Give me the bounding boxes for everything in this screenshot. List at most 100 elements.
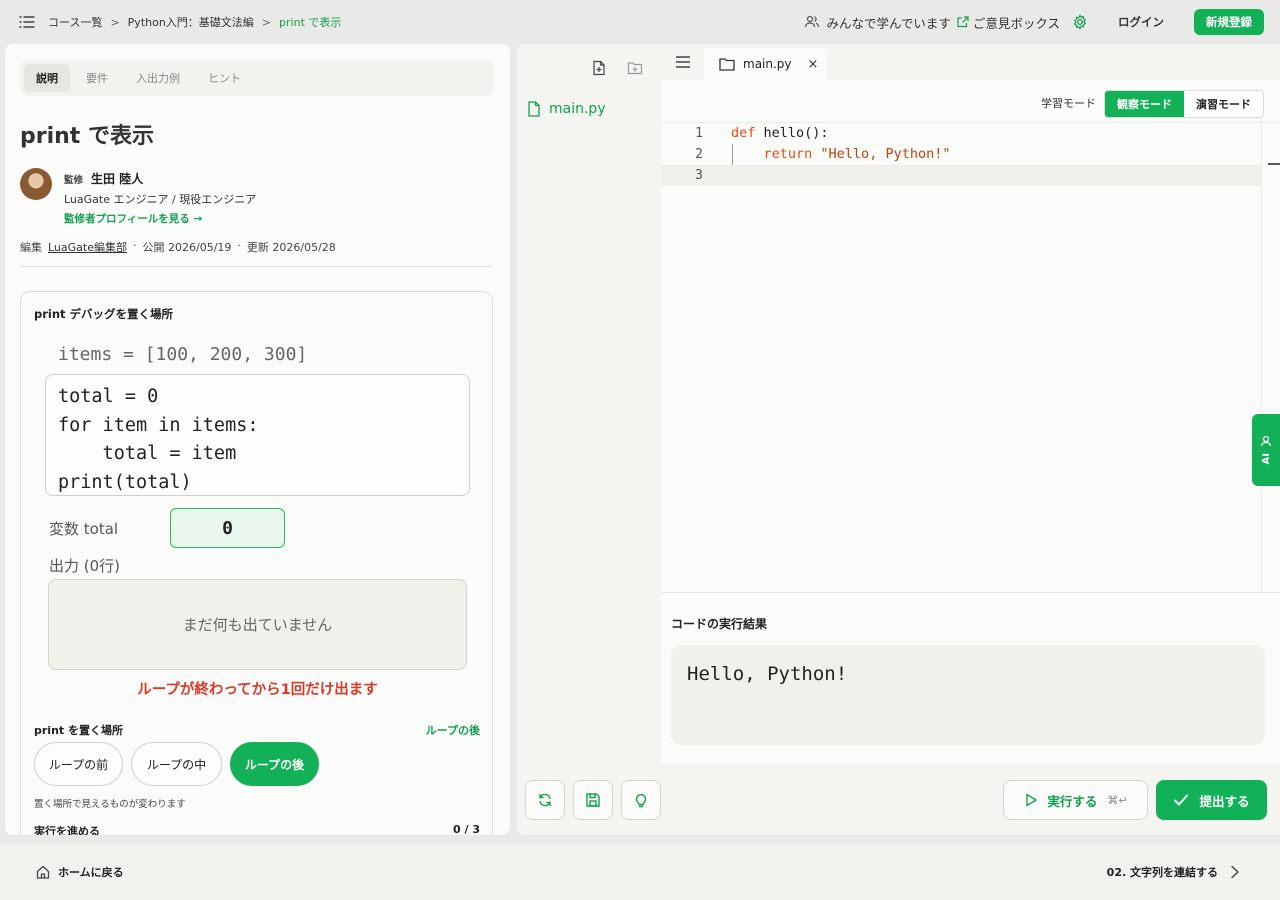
demo-code-setup: items = [100, 200, 300] <box>58 344 308 365</box>
place-hint: 置く場所で見えるものが変わります <box>34 799 186 810</box>
close-icon[interactable]: × <box>808 57 819 72</box>
home-label: ホームに戻る <box>58 866 124 879</box>
editor-link[interactable]: LuaGate編集部 <box>48 239 127 255</box>
mode-label: 学習モード <box>1041 97 1096 110</box>
step-count: 0 / 3 <box>453 823 480 835</box>
place-option-after[interactable]: ループの後 <box>230 742 319 786</box>
supervisor: 監修 生田 陸人 <box>64 170 143 187</box>
place-options: ループの前 ループの中 ループの後 <box>34 742 319 786</box>
result-title: コードの実行結果 <box>671 617 768 631</box>
file-item-main[interactable]: main.py <box>527 101 606 117</box>
line-number: 1 <box>695 126 703 141</box>
community-label: みんなで学んでいます <box>826 15 951 31</box>
breadcrumb-courses[interactable]: コース一覧 <box>48 14 102 30</box>
mode-observe-button[interactable]: 観察モード <box>1105 91 1184 117</box>
run-shortcut: ⌘↵ <box>1107 793 1128 807</box>
mode-practice-button[interactable]: 演習モード <box>1184 91 1263 117</box>
chevron-right-icon: > <box>110 15 120 29</box>
divider <box>20 266 492 267</box>
lesson-tabs: 説明 要件 入出力例 ヒント <box>20 60 494 96</box>
avatar <box>20 168 52 200</box>
updated-date: 更新 2026/05/28 <box>246 241 336 254</box>
scroll-marker <box>1268 163 1280 165</box>
submit-button[interactable]: 提出する <box>1156 780 1267 820</box>
variable-value: 0 <box>170 508 285 548</box>
variable-label: 変数 total <box>49 520 119 538</box>
community-link[interactable]: みんなで学んでいます <box>804 13 969 32</box>
lightbulb-icon <box>635 794 647 808</box>
login-button[interactable]: ログイン <box>1118 14 1164 30</box>
file-explorer: main.py <box>517 44 659 764</box>
code-line-content: def hello(): <box>731 125 829 141</box>
top-bar: コース一覧 > Python入門：基礎文法編 > print で表示 みんなで学… <box>0 0 1280 44</box>
hamburger-icon[interactable] <box>676 56 690 68</box>
chevron-right-icon: > <box>261 15 272 29</box>
editor-tab-main[interactable]: main.py × <box>703 48 827 80</box>
tab-description[interactable]: 説明 <box>24 64 70 92</box>
place-option-before[interactable]: ループの前 <box>34 742 123 786</box>
file-icon <box>528 101 540 117</box>
next-lesson-label: 02. 文字列を連結する <box>1106 866 1218 879</box>
breadcrumb-course[interactable]: Python入門：基礎文法編 <box>128 14 254 30</box>
code-editor[interactable]: 1 def hello(): 2 return "Hello, Python!" 3 <box>661 122 1280 593</box>
tab-requirements[interactable]: 要件 <box>74 64 120 92</box>
hint-button[interactable] <box>621 780 661 820</box>
home-link[interactable]: ホームに戻る <box>36 864 124 880</box>
lesson-panel: 説明 要件 入出力例 ヒント print で表示 監修 生田 陸人 LuaGat… <box>5 44 510 835</box>
step-label: 実行を進める <box>34 825 100 835</box>
ai-assistant-tab[interactable]: AI <box>1252 414 1280 486</box>
demo-code-line: print(total) <box>58 471 192 493</box>
reset-button[interactable] <box>525 780 565 820</box>
play-icon <box>1026 793 1038 807</box>
demo-code-line: total = 0 <box>58 386 159 407</box>
ai-label: AI <box>1260 453 1272 465</box>
article-meta: 編集 LuaGate編集部 · 公開 2026/05/19 · 更新 2026/… <box>20 239 336 255</box>
menu-icon[interactable] <box>18 13 36 31</box>
check-icon <box>1174 794 1189 806</box>
gear-icon[interactable] <box>1072 14 1088 30</box>
demo-code-line: for item in items: <box>58 414 259 436</box>
meta-separator: · <box>133 239 137 252</box>
feedback-link[interactable]: ご意見ボックス <box>973 13 1060 32</box>
print-demo-card: print デバッグを置く場所 items = [100, 200, 300] … <box>20 291 493 835</box>
editor-label: 編集 <box>20 241 42 254</box>
result-area: コードの実行結果 Hello, Python! <box>661 592 1280 764</box>
tab-hints[interactable]: ヒント <box>196 64 253 92</box>
demo-code-box: total = 0 for item in items: total = ite… <box>45 374 470 496</box>
submit-label: 提出する <box>1199 793 1250 809</box>
supervisor-profile-link[interactable]: 監修者プロフィールを見る → <box>64 211 202 226</box>
tab-io-examples[interactable]: 入出力例 <box>124 64 192 92</box>
editor-tab-label: main.py <box>743 57 792 71</box>
folder-icon <box>719 58 735 71</box>
code-line[interactable]: 3 <box>661 165 1261 186</box>
supervisor-role: LuaGate エンジニア / 現役エンジニア <box>64 193 257 206</box>
chevron-right-icon <box>1231 865 1239 879</box>
demo-title: print デバッグを置く場所 <box>34 307 174 321</box>
code-line[interactable]: 2 return "Hello, Python!" <box>661 144 1261 165</box>
place-option-inside[interactable]: ループの中 <box>131 742 222 786</box>
indent-guide <box>732 144 733 165</box>
code-line-content: return "Hello, Python!" <box>763 146 951 162</box>
output-box: まだ何も出ていません <box>48 579 467 670</box>
save-button[interactable] <box>573 780 613 820</box>
file-item-label: main.py <box>549 101 606 117</box>
ai-chat-icon <box>1260 436 1272 447</box>
published-date: 公開 2026/05/19 <box>142 241 232 254</box>
code-line[interactable]: 1 def hello(): <box>661 123 1261 144</box>
signup-button[interactable]: 新規登録 <box>1194 9 1264 35</box>
output-label: 出力 (0行) <box>49 557 121 575</box>
new-file-icon[interactable] <box>591 60 607 76</box>
editor-scrollbar[interactable] <box>1261 123 1262 593</box>
line-number: 3 <box>695 168 703 183</box>
editor-toolbar: 実行する ⌘↵ 提出する <box>517 764 1280 835</box>
header-actions: みんなで学んでいます ご意見ボックス ログイン 新規登録 <box>804 9 1264 35</box>
new-folder-icon[interactable] <box>627 60 643 76</box>
external-link-icon <box>957 16 969 28</box>
users-icon <box>805 15 820 28</box>
footer-nav: ホームに戻る 02. 文字列を連結する <box>0 843 1280 900</box>
refresh-icon <box>539 793 551 807</box>
page-title: print で表示 <box>20 124 154 149</box>
run-button[interactable]: 実行する ⌘↵ <box>1003 780 1148 820</box>
supervisor-label: 監修 <box>64 175 84 186</box>
next-lesson-link[interactable]: 02. 文字列を連結する <box>1107 864 1240 880</box>
